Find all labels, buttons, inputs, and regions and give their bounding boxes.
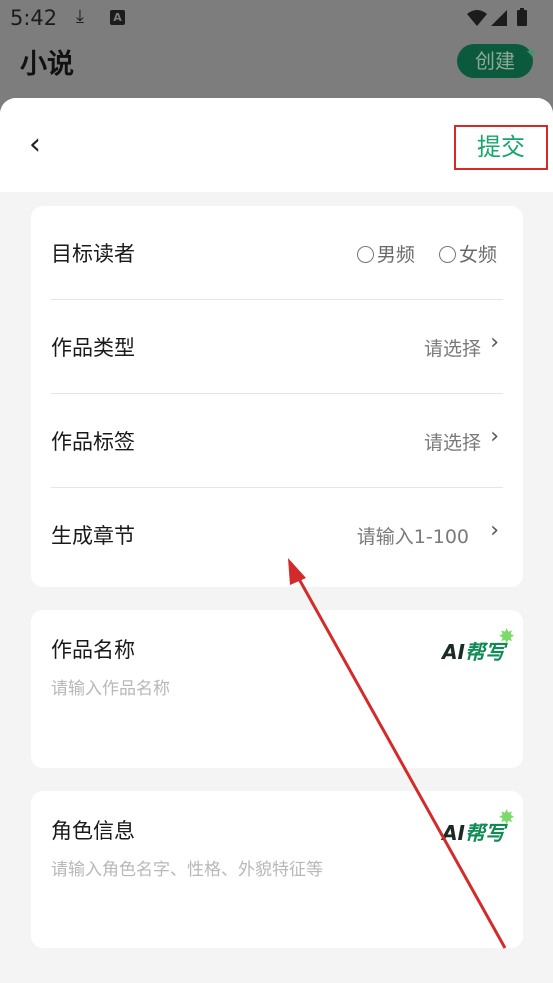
target-reader-radio-group: 男频 女频 xyxy=(339,240,497,267)
chevron-right-icon: › xyxy=(490,424,499,449)
radio-circle-icon xyxy=(438,246,456,263)
battery-icon xyxy=(517,10,527,26)
app-title: 小说 xyxy=(20,49,74,80)
chevron-left-icon: ‹ xyxy=(29,127,41,162)
work-tags-row[interactable]: 作品标签 请选择 › xyxy=(51,394,503,488)
row-label: 作品类型 xyxy=(51,336,135,360)
sparkle-icon: ✦ xyxy=(525,45,537,61)
back-button[interactable]: ‹ xyxy=(18,128,52,162)
cell-signal-icon xyxy=(491,10,507,26)
card-title: 角色信息 xyxy=(51,819,135,843)
radio-label: 女频 xyxy=(458,244,497,266)
chevron-right-icon: › xyxy=(490,518,499,543)
ai-write-button[interactable]: AI帮写 ✸ xyxy=(442,805,515,846)
create-novel-sheet: ‹ 提交 目标读者 男频 女频 作品类型 请选择 › 作品标签 请选择 › 生成… xyxy=(0,98,553,983)
ai-write-button[interactable]: AI帮写 ✸ xyxy=(442,624,515,665)
card-title: 作品名称 xyxy=(51,638,135,662)
radio-circle-icon xyxy=(356,246,374,263)
row-label: 生成章节 xyxy=(51,524,135,548)
work-name-card[interactable]: 作品名称 请输入作品名称 AI帮写 ✸ xyxy=(31,610,523,768)
signal-battery-icons xyxy=(467,8,527,26)
target-reader-row: 目标读者 男频 女频 xyxy=(51,206,503,300)
row-value: 请选择 xyxy=(423,432,481,454)
radio-female[interactable]: 女频 xyxy=(438,240,497,267)
settings-card: 目标读者 男频 女频 作品类型 请选择 › 作品标签 请选择 › 生成章节 请输… xyxy=(31,206,523,587)
work-type-row[interactable]: 作品类型 请选择 › xyxy=(51,300,503,394)
submit-button[interactable]: 提交 xyxy=(454,125,548,170)
radio-male[interactable]: 男频 xyxy=(356,240,415,267)
notification-icon: A xyxy=(110,10,125,25)
ai-prefix: AI xyxy=(442,640,465,664)
role-info-input[interactable]: 请输入角色名字、性格、外貌特征等 xyxy=(51,855,323,880)
role-info-card[interactable]: 角色信息 请输入角色名字、性格、外貌特征等 AI帮写 ✸ xyxy=(31,791,523,948)
work-name-input[interactable]: 请输入作品名称 xyxy=(51,674,170,699)
status-bar: 5:42 ⤓ A xyxy=(0,0,553,36)
chevron-right-icon: › xyxy=(490,330,499,355)
row-label: 作品标签 xyxy=(51,430,135,454)
radio-label: 男频 xyxy=(376,244,415,266)
star-icon: ✸ xyxy=(498,805,515,829)
create-button-label: 创建 xyxy=(475,49,515,73)
wifi-icon xyxy=(467,10,487,26)
sheet-header: ‹ 提交 xyxy=(0,98,553,192)
download-icon: ⤓ xyxy=(76,6,84,27)
row-label: 目标读者 xyxy=(51,242,135,266)
status-time: 5:42 xyxy=(10,6,58,30)
row-value: 请选择 xyxy=(423,338,481,360)
ai-prefix: AI xyxy=(442,821,465,845)
create-button: 创建 ✦ xyxy=(457,44,537,78)
chapters-row[interactable]: 生成章节 请输入1-100 › xyxy=(51,488,503,582)
star-icon: ✸ xyxy=(498,624,515,648)
chapters-input[interactable]: 请输入1-100 xyxy=(357,522,469,549)
